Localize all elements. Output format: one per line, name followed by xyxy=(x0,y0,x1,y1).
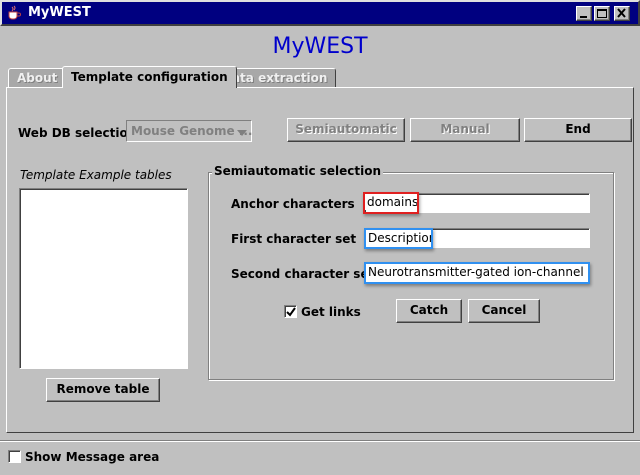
second-character-set-label: Second character set xyxy=(231,267,375,281)
minimize-icon xyxy=(580,16,587,18)
catch-button[interactable]: Catch xyxy=(396,299,462,323)
anchor-highlight: domains xyxy=(363,192,419,214)
template-tables-list[interactable] xyxy=(19,188,188,369)
first-set-highlight: Description xyxy=(364,228,433,249)
checkmark-icon xyxy=(286,307,296,317)
window-title: MyWEST xyxy=(28,5,91,20)
second-set-highlight: Neurotransmitter-gated ion-channel liga xyxy=(364,262,590,284)
first-character-set-value: Description xyxy=(366,230,431,246)
second-character-set-value: Neurotransmitter-gated ion-channel liga xyxy=(366,264,588,280)
show-message-label: Show Message area xyxy=(25,450,160,464)
manual-button[interactable]: Manual xyxy=(410,118,520,142)
end-button[interactable]: End xyxy=(524,118,632,142)
anchor-characters-label: Anchor characters xyxy=(231,197,355,211)
chevron-down-icon xyxy=(237,126,248,140)
semiautomatic-button[interactable]: Semiautomatic xyxy=(287,118,405,142)
app-heading: MyWEST xyxy=(272,34,368,59)
get-links-label: Get links xyxy=(301,305,361,319)
maximize-icon xyxy=(597,9,607,18)
webdb-select[interactable]: Mouse Genome ... xyxy=(126,120,252,142)
webdb-label: Web DB selection xyxy=(18,126,137,140)
bottom-divider xyxy=(0,440,640,442)
tab-template-configuration[interactable]: Template configuration xyxy=(62,66,237,88)
show-message-checkbox[interactable] xyxy=(8,450,21,463)
maximize-button[interactable] xyxy=(594,6,610,21)
get-links-checkbox[interactable] xyxy=(284,305,297,318)
tab-about[interactable]: About xyxy=(8,68,67,88)
close-icon xyxy=(617,8,626,18)
first-character-set-label: First character set xyxy=(231,232,357,246)
template-tables-label: Template Example tables xyxy=(20,168,172,182)
anchor-characters-value: domains xyxy=(365,194,417,210)
title-bar: MyWEST xyxy=(0,0,640,26)
webdb-selected-value: Mouse Genome ... xyxy=(131,124,253,138)
close-button[interactable] xyxy=(614,6,630,21)
remove-table-button[interactable]: Remove table xyxy=(46,378,160,402)
java-cup-icon xyxy=(6,5,22,21)
cancel-button[interactable]: Cancel xyxy=(468,299,540,323)
semiautomatic-group-title: Semiautomatic selection xyxy=(212,164,384,178)
minimize-button[interactable] xyxy=(576,6,592,21)
